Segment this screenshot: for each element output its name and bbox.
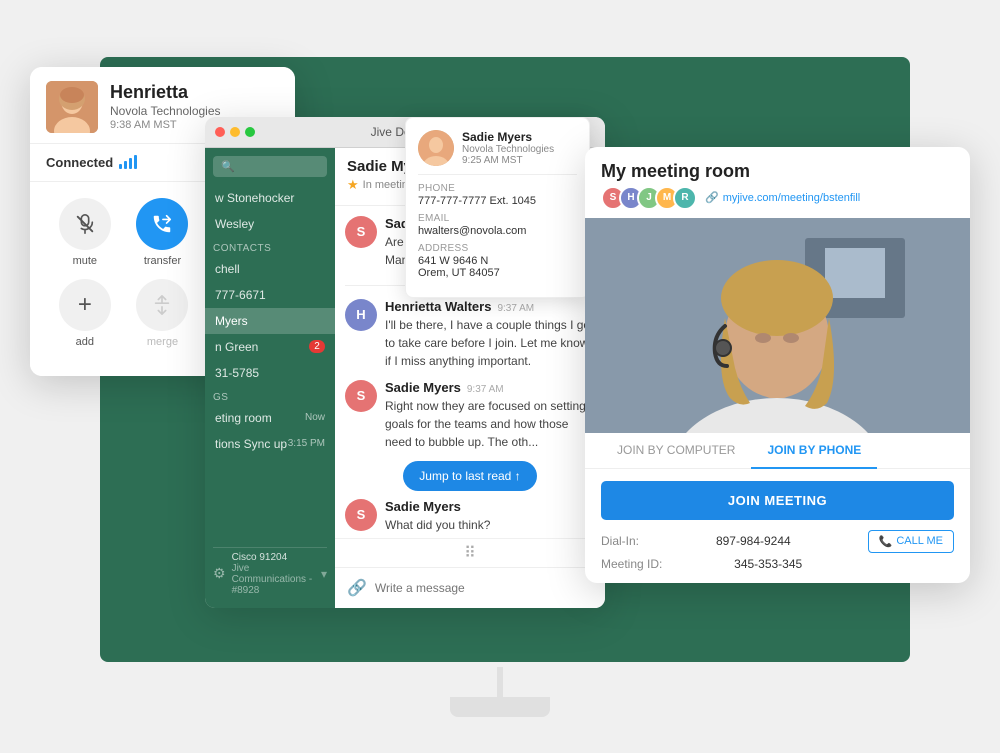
- sidebar-item-myers[interactable]: Myers: [205, 308, 335, 334]
- dial-in-label: Dial-In:: [601, 534, 639, 548]
- meeting-title: My meeting room: [601, 161, 860, 182]
- call-me-button[interactable]: 📞 CALL ME: [868, 530, 954, 553]
- transfer-label: transfer: [144, 255, 181, 267]
- sidebar: 🔍 w Stonehocker Wesley Contacts chell 77…: [205, 148, 335, 608]
- sidebar-item-green[interactable]: n Green 2: [205, 334, 335, 360]
- transfer-button[interactable]: transfer: [136, 198, 188, 267]
- monitor-stand: [497, 667, 503, 697]
- contact-address-row: Address 641 W 9646 NOrem, UT 84057: [418, 243, 577, 279]
- contact-avatar: [418, 130, 454, 166]
- caller-company: Novola Technologies: [110, 104, 221, 118]
- meeting-avatars: S H J M R: [601, 186, 697, 210]
- message-4: S Sadie Myers What did you think?: [345, 499, 595, 534]
- mute-label: mute: [73, 255, 97, 267]
- contacts-section: Contacts: [205, 237, 335, 256]
- meeting-card: My meeting room S H J M R 🔗 myjive.com/m…: [585, 147, 970, 583]
- msg-avatar-sadie: S: [345, 216, 377, 248]
- connection-status: Connected: [46, 155, 137, 170]
- meeting-video: [585, 218, 970, 433]
- sidebar-bottom: ⚙ Cisco 91204 Jive Communications - #892…: [205, 539, 335, 608]
- sidebar-item-chell[interactable]: chell: [205, 256, 335, 282]
- window-controls: [215, 127, 255, 137]
- sidebar-item-stonehocker[interactable]: w Stonehocker: [205, 185, 335, 211]
- sidebar-search: 🔍: [205, 148, 335, 185]
- mute-button[interactable]: mute: [59, 198, 111, 267]
- phone-small-icon: 📞: [879, 535, 893, 548]
- add-icon: +: [59, 279, 111, 331]
- merge-button[interactable]: merge: [136, 279, 188, 348]
- meeting-tabs: JOIN BY COMPUTER JOIN BY PHONE: [585, 433, 970, 469]
- dial-in-value: 897-984-9244: [716, 534, 791, 548]
- contact-time: 9:25 AM MST: [462, 155, 554, 166]
- caller-name: Henrietta: [110, 82, 221, 103]
- contact-email: hwalters@novola.com: [418, 225, 577, 237]
- merge-label: merge: [147, 336, 178, 348]
- close-dot[interactable]: [215, 127, 225, 137]
- add-button[interactable]: + add: [59, 279, 111, 348]
- sidebar-item-wesley[interactable]: Wesley: [205, 211, 335, 237]
- msg-avatar-henrietta: H: [345, 299, 377, 331]
- attachment-icon[interactable]: 🔗: [347, 578, 367, 598]
- meeting-link[interactable]: 🔗 myjive.com/meeting/bstenfill: [705, 191, 860, 204]
- message-input[interactable]: [375, 581, 593, 595]
- meeting-id-value: 345-353-345: [734, 557, 802, 571]
- tab-join-by-phone[interactable]: JOIN BY PHONE: [751, 433, 877, 469]
- tab-join-by-computer[interactable]: JOIN BY COMPUTER: [601, 433, 751, 469]
- transfer-icon: [136, 198, 188, 250]
- msg-avatar-sadie-2: S: [345, 380, 377, 412]
- sidebar-item-ext[interactable]: 31-5785: [205, 360, 335, 386]
- meeting-info: Dial-In: 897-984-9244 📞 CALL ME Meeting …: [601, 530, 954, 571]
- contact-email-row: Email hwalters@novola.com: [418, 213, 577, 237]
- signal-bars: [119, 155, 137, 169]
- message-3: S Sadie Myers 9:37 AM Right now they are…: [345, 380, 595, 451]
- app-grid-icon[interactable]: ⠿: [464, 545, 476, 562]
- link-icon: 🔗: [705, 191, 719, 204]
- mute-icon: [59, 198, 111, 250]
- contact-panel: Sadie Myers Novola Technologies 9:25 AM …: [405, 117, 590, 298]
- add-label: add: [76, 336, 94, 348]
- badge: 2: [309, 340, 325, 353]
- dial-in-row: Dial-In: 897-984-9244 📞 CALL ME: [601, 530, 954, 553]
- contact-phone: 777-777-7777 Ext. 1045: [418, 195, 577, 207]
- merge-icon: [136, 279, 188, 331]
- monitor-base: [450, 697, 550, 717]
- avatar: [46, 81, 98, 133]
- call-time: 9:38 AM MST: [110, 119, 221, 131]
- meeting-header: My meeting room S H J M R 🔗 myjive.com/m…: [585, 147, 970, 218]
- avatar-5: R: [673, 186, 697, 210]
- phone-header-info: Henrietta Novola Technologies 9:38 AM MS…: [110, 82, 221, 131]
- sidebar-item-meeting-room[interactable]: eting room Now: [205, 405, 335, 431]
- jump-to-last-button[interactable]: Jump to last read ↑: [403, 461, 536, 491]
- contact-company: Novola Technologies: [462, 144, 554, 155]
- sidebar-item-sync[interactable]: tions Sync up 3:15 PM: [205, 431, 335, 457]
- meeting-actions: JOIN MEETING Dial-In: 897-984-9244 📞 CAL…: [585, 469, 970, 583]
- maximize-dot[interactable]: [245, 127, 255, 137]
- message-input-area: 🔗: [335, 567, 605, 608]
- sidebar-item-phone[interactable]: 777-6671: [205, 282, 335, 308]
- contact-card-header: Sadie Myers Novola Technologies 9:25 AM …: [418, 130, 577, 175]
- contact-phone-row: Phone 777-777-7777 Ext. 1045: [418, 183, 577, 207]
- contact-name: Sadie Myers: [462, 130, 554, 144]
- groups-section: gs: [205, 386, 335, 405]
- minimize-dot[interactable]: [230, 127, 240, 137]
- search-box: 🔍: [213, 156, 327, 177]
- meeting-id-label: Meeting ID:: [601, 557, 662, 571]
- message-2: H Henrietta Walters 9:37 AM I'll be ther…: [345, 299, 595, 370]
- contact-address: 641 W 9646 NOrem, UT 84057: [418, 255, 577, 279]
- msg-avatar-sadie-3: S: [345, 499, 377, 531]
- meeting-id-row: Meeting ID: 345-353-345: [601, 557, 954, 571]
- join-meeting-button[interactable]: JOIN MEETING: [601, 481, 954, 520]
